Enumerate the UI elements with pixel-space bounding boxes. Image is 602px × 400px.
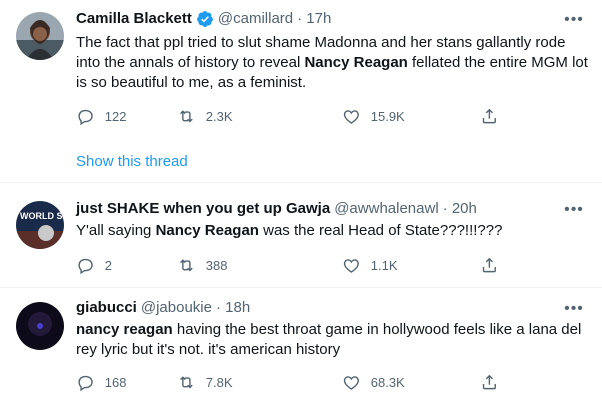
svg-text:WORLD SERI: WORLD SERI (20, 211, 64, 221)
avatar-camilla[interactable] (16, 12, 64, 60)
reply-icon (78, 109, 93, 125)
verified-badge-icon (196, 10, 214, 28)
reply-button[interactable]: 168 (76, 370, 126, 394)
share-icon (482, 257, 496, 272)
author-handle[interactable]: @jaboukie (141, 298, 212, 318)
tweet-actions: 168 7.8K 68.3K (76, 370, 516, 394)
retweet-count: 7.8K (205, 374, 233, 390)
tweet-text: The fact that ppl tried to slut shame Ma… (76, 34, 588, 91)
reply-button[interactable]: 122 (76, 104, 126, 128)
retweet-count: 388 (205, 257, 228, 273)
reply-button[interactable]: 2 (76, 253, 112, 277)
share-icon (482, 374, 496, 389)
reply-count: 168 (104, 374, 127, 390)
tweet-text: Y'all saying Nancy Reagan was the real H… (76, 222, 503, 239)
tweet-jaboukie[interactable]: giabucci @jaboukie · 18h ••• nancy reaga… (0, 288, 602, 400)
like-button[interactable]: 1.1K (342, 253, 398, 277)
heart-icon (343, 258, 359, 273)
author-name[interactable]: Camilla Blackett (76, 9, 192, 29)
author-name[interactable]: giabucci (76, 298, 137, 318)
tweet-text: nancy reagan having the best throat game… (76, 321, 582, 358)
author-handle[interactable]: @camillard (218, 9, 293, 29)
like-button[interactable]: 15.9K (342, 104, 405, 128)
reply-icon (78, 258, 93, 274)
author-handle[interactable]: @awwhalenawl (334, 199, 438, 219)
like-count: 15.9K (370, 108, 405, 124)
retweet-icon (180, 375, 193, 389)
tweet-actions: 122 2.3K 15.9K (76, 104, 516, 128)
like-count: 1.1K (370, 257, 398, 273)
author-name[interactable]: just SHAKE when you get up Gawja (76, 199, 330, 219)
tweet-time[interactable]: · 18h (216, 298, 250, 318)
share-icon (482, 108, 496, 123)
heart-icon (343, 109, 359, 124)
tweet-time[interactable]: · 20h (443, 199, 477, 219)
reply-icon (78, 375, 93, 391)
share-button[interactable] (480, 370, 499, 394)
reply-count: 2 (104, 257, 112, 273)
show-thread-link[interactable]: Show this thread (76, 153, 188, 170)
tweet-actions: 2 388 1.1K (76, 253, 516, 277)
share-button[interactable] (480, 253, 499, 277)
retweet-button[interactable]: 7.8K (177, 370, 233, 394)
tweet-time[interactable]: · 17h (297, 9, 331, 29)
retweet-icon (180, 258, 193, 272)
like-button[interactable]: 68.3K (342, 370, 405, 394)
retweet-count: 2.3K (205, 108, 233, 124)
reply-count: 122 (104, 108, 127, 124)
retweet-button[interactable]: 388 (177, 253, 227, 277)
more-icon[interactable]: ••• (564, 12, 584, 34)
tweet-camilla[interactable]: Camilla Blackett @camillard · 17h ••• Th… (0, 0, 602, 182)
share-button[interactable] (480, 104, 499, 128)
avatar-awwhalenawl[interactable]: WORLD SERI (16, 201, 64, 249)
heart-icon (343, 375, 359, 390)
tweet-awwhalenawl[interactable]: WORLD SERI just SHAKE when you get up Ga… (0, 183, 602, 287)
like-count: 68.3K (370, 374, 405, 390)
retweet-button[interactable]: 2.3K (177, 104, 233, 128)
retweet-icon (180, 109, 193, 123)
avatar-jaboukie[interactable] (16, 302, 64, 350)
